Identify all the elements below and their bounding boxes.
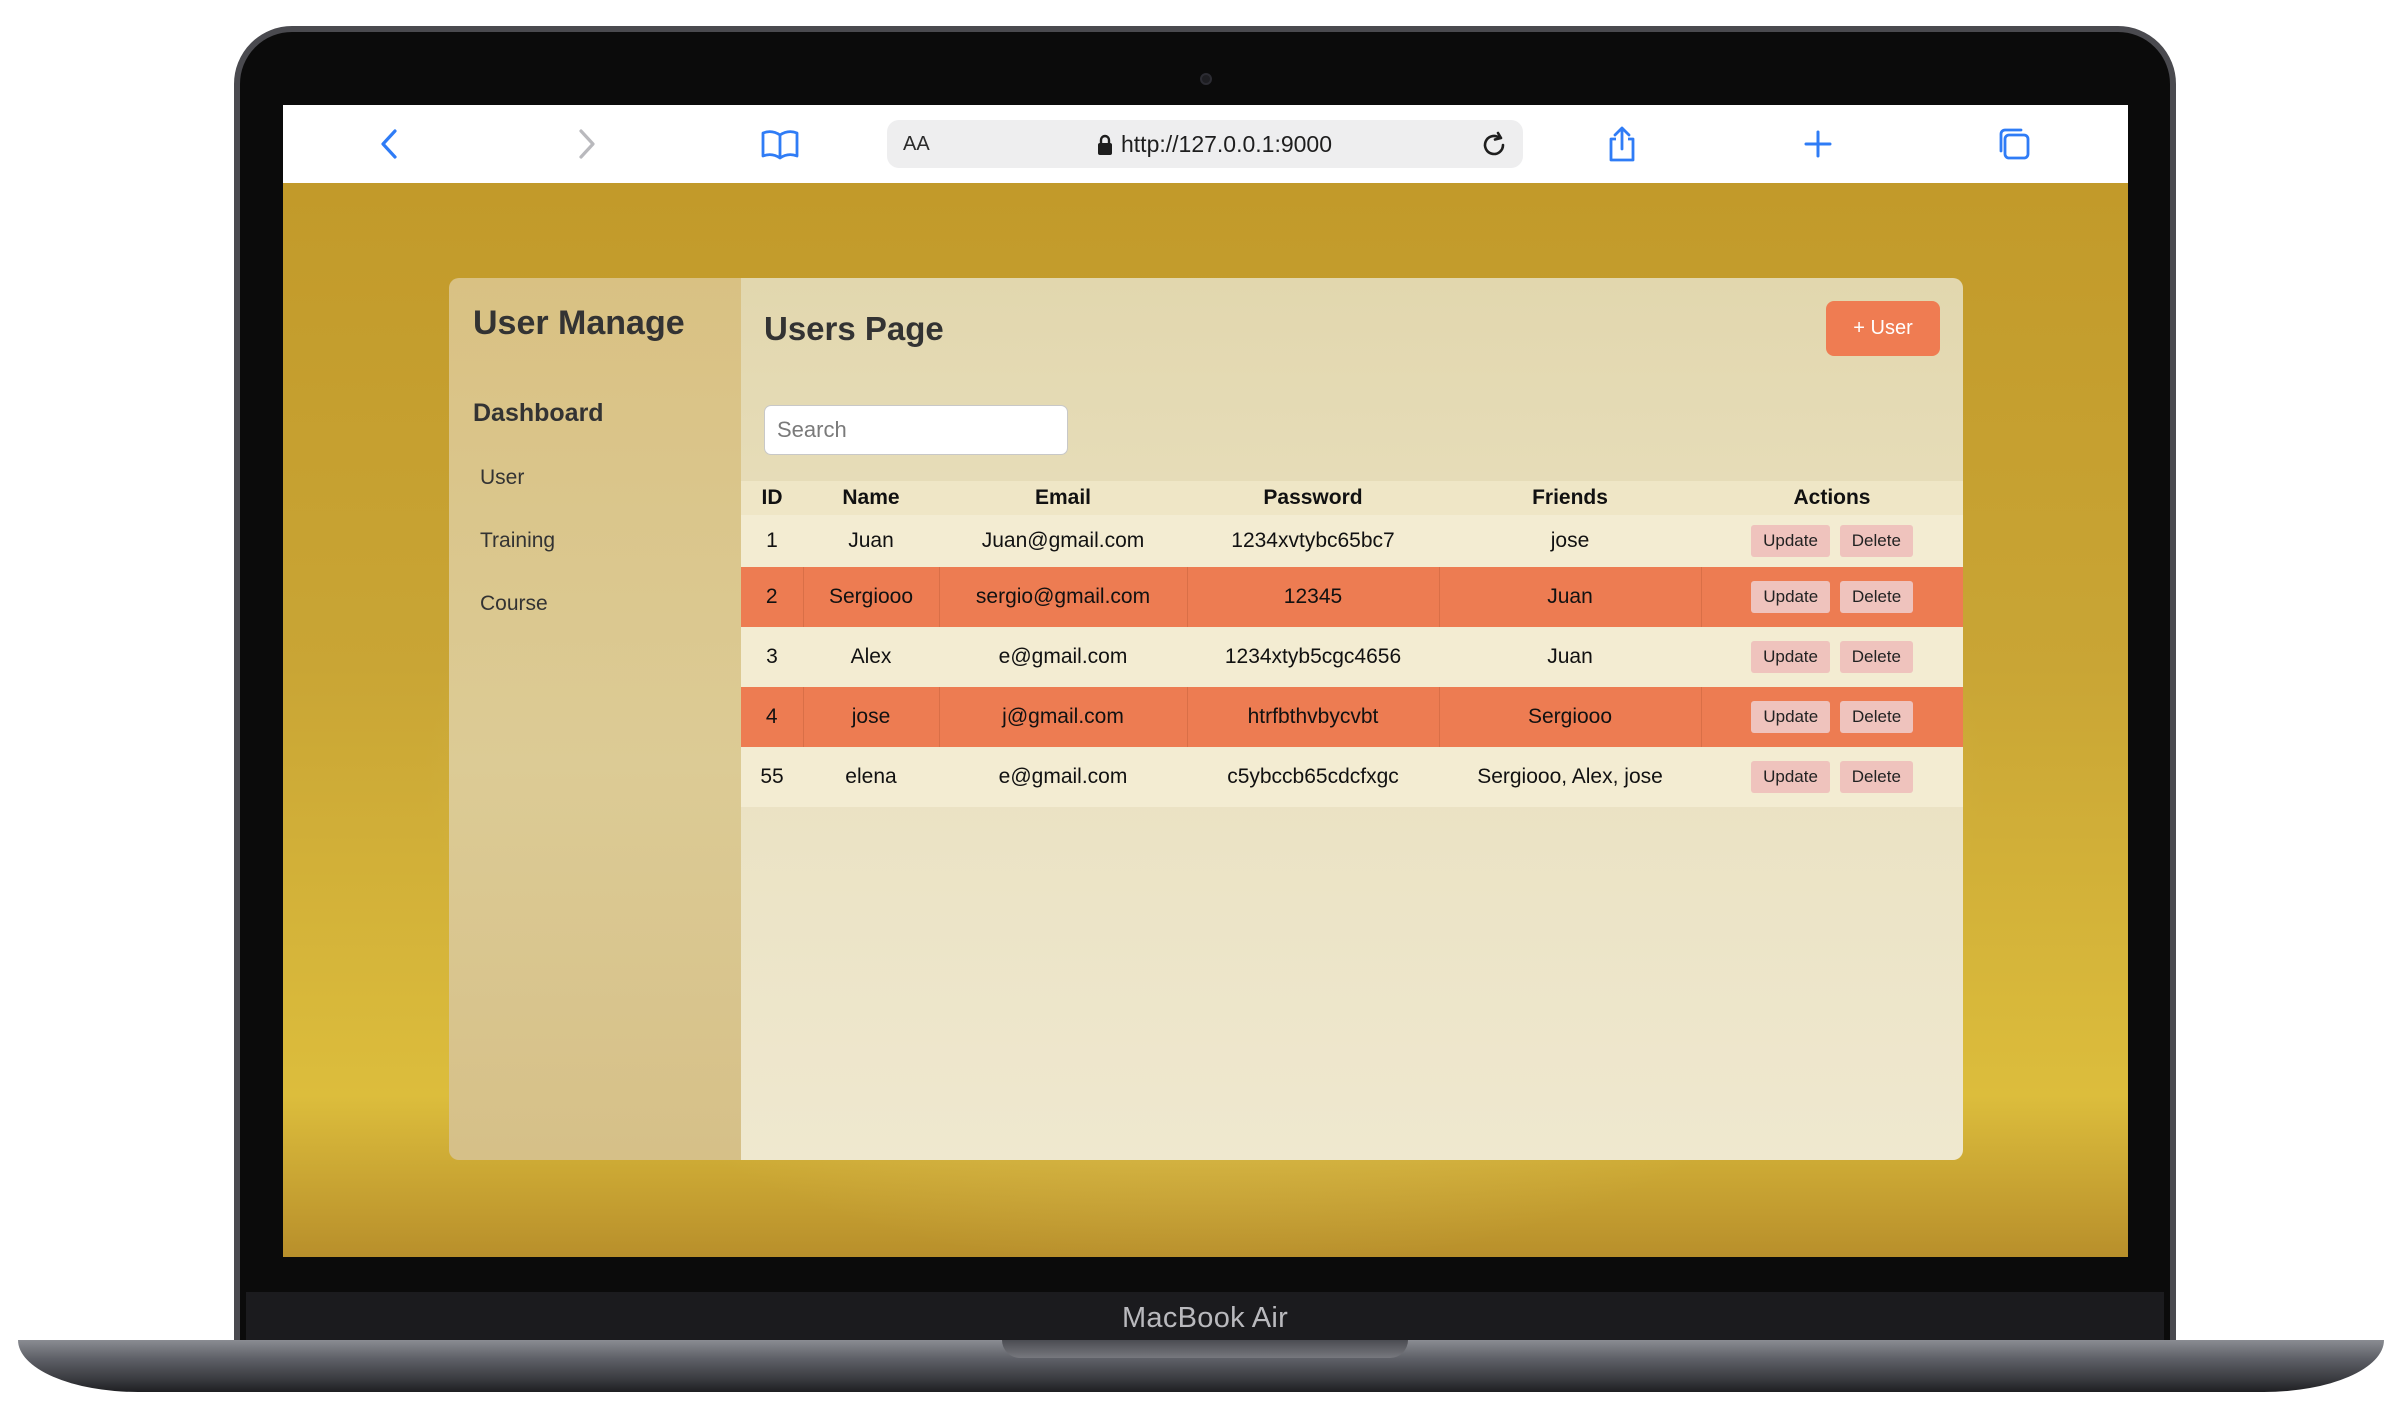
cell-friends: Juan xyxy=(1547,645,1593,668)
table-row: 3 Alex e@gmail.com 1234xtyb5cgc4656 Juan… xyxy=(741,627,1963,687)
cell-friends: Juan xyxy=(1439,567,1702,627)
device-label: MacBook Air xyxy=(1121,1301,1289,1334)
cell-id: 4 xyxy=(741,687,804,747)
laptop-notch xyxy=(1002,1340,1408,1358)
laptop-bezel-bottom: MacBook Air xyxy=(246,1292,2164,1344)
cell-actions: Update Delete xyxy=(1701,515,1963,567)
share-icon[interactable] xyxy=(1599,121,1645,167)
sidebar-item-training[interactable]: Training xyxy=(480,529,741,553)
update-button[interactable]: Update xyxy=(1751,525,1830,557)
back-icon[interactable] xyxy=(367,121,413,167)
cell-friends: Sergiooo, Alex, jose xyxy=(1477,765,1663,788)
reload-icon[interactable] xyxy=(1479,130,1509,165)
cell-actions: Update Delete xyxy=(1701,687,1963,747)
update-button[interactable]: Update xyxy=(1751,701,1831,733)
column-header-id: ID xyxy=(741,481,803,515)
sidebar: User Manage Dashboard User Training Cour… xyxy=(449,278,741,1160)
cell-name: elena xyxy=(845,765,897,788)
sidebar-item-user[interactable]: User xyxy=(480,466,741,490)
users-table: ID Name Email Password Friends Actions 1… xyxy=(741,481,1963,807)
lock-icon xyxy=(1098,134,1112,155)
cell-email: Juan@gmail.com xyxy=(981,529,1145,552)
screen: AA http://127.0.0.1:9000 User Manage Das… xyxy=(283,105,2128,1257)
cell-id: 1 xyxy=(766,529,778,552)
sidebar-title: User Manage xyxy=(473,304,685,342)
cell-id: 55 xyxy=(760,765,784,788)
delete-button[interactable]: Delete xyxy=(1839,761,1913,793)
new-tab-icon[interactable] xyxy=(1795,121,1841,167)
forward-icon[interactable] xyxy=(563,121,609,167)
cell-email: e@gmail.com xyxy=(998,765,1128,788)
table-header-row: ID Name Email Password Friends Actions xyxy=(741,481,1963,515)
cell-friends: jose xyxy=(1550,529,1590,552)
table-row: 2 Sergiooo sergio@gmail.com 12345 Juan U… xyxy=(741,567,1963,627)
cell-password: 1234xvtybc65bc7 xyxy=(1231,529,1395,552)
sidebar-item-course[interactable]: Course xyxy=(480,592,741,616)
delete-button[interactable]: Delete xyxy=(1840,701,1914,733)
sidebar-item-dashboard[interactable]: Dashboard xyxy=(473,399,741,428)
main-content: Users Page + User ID Name Email Password xyxy=(741,278,1963,1160)
cell-actions: Update Delete xyxy=(1701,627,1963,687)
bookmarks-icon[interactable] xyxy=(757,121,803,167)
table-row: 1 Juan Juan@gmail.com 1234xvtybc65bc7 jo… xyxy=(741,515,1963,567)
table-row: 55 elena e@gmail.com c5ybccb65cdcfxgc Se… xyxy=(741,747,1963,807)
column-header-name: Name xyxy=(803,481,939,515)
table-row: 4 jose j@gmail.com htrfbthvbycvbt Sergio… xyxy=(741,687,1963,747)
cell-password: c5ybccb65cdcfxgc xyxy=(1227,765,1399,788)
cell-email: sergio@gmail.com xyxy=(939,567,1188,627)
text-size-button[interactable]: AA xyxy=(903,133,930,156)
column-header-actions: Actions xyxy=(1701,481,1963,515)
update-button[interactable]: Update xyxy=(1751,641,1830,673)
update-button[interactable]: Update xyxy=(1751,581,1831,613)
cell-name: Sergiooo xyxy=(803,567,940,627)
column-header-friends: Friends xyxy=(1439,481,1701,515)
camera-icon xyxy=(1200,73,1212,85)
url-display[interactable]: http://127.0.0.1:9000 xyxy=(1097,131,1332,158)
add-user-button[interactable]: + User xyxy=(1826,301,1940,356)
address-bar[interactable]: AA http://127.0.0.1:9000 xyxy=(887,120,1523,168)
cell-password: 1234xtyb5cgc4656 xyxy=(1224,645,1402,668)
update-button[interactable]: Update xyxy=(1751,761,1830,793)
search-input[interactable] xyxy=(764,405,1068,455)
delete-button[interactable]: Delete xyxy=(1839,525,1913,557)
cell-actions: Update Delete xyxy=(1701,747,1963,807)
cell-actions: Update Delete xyxy=(1701,567,1963,627)
tabs-overview-icon[interactable] xyxy=(1991,121,2037,167)
page-title: Users Page xyxy=(764,310,944,347)
app-panel: User Manage Dashboard User Training Cour… xyxy=(449,278,1963,1160)
cell-id: 3 xyxy=(766,645,778,668)
browser-toolbar: AA http://127.0.0.1:9000 xyxy=(283,105,2128,183)
cell-id: 2 xyxy=(741,567,804,627)
cell-name: Juan xyxy=(848,529,894,552)
cell-name: jose xyxy=(803,687,940,747)
cell-email: e@gmail.com xyxy=(998,645,1128,668)
delete-button[interactable]: Delete xyxy=(1839,641,1913,673)
column-header-password: Password xyxy=(1187,481,1439,515)
url-text: http://127.0.0.1:9000 xyxy=(1121,131,1333,157)
cell-email: j@gmail.com xyxy=(939,687,1188,747)
cell-password: 12345 xyxy=(1187,567,1440,627)
cell-name: Alex xyxy=(850,645,892,668)
column-header-email: Email xyxy=(939,481,1187,515)
cell-password: htrfbthvbycvbt xyxy=(1187,687,1440,747)
cell-friends: Sergiooo xyxy=(1439,687,1702,747)
delete-button[interactable]: Delete xyxy=(1840,581,1914,613)
